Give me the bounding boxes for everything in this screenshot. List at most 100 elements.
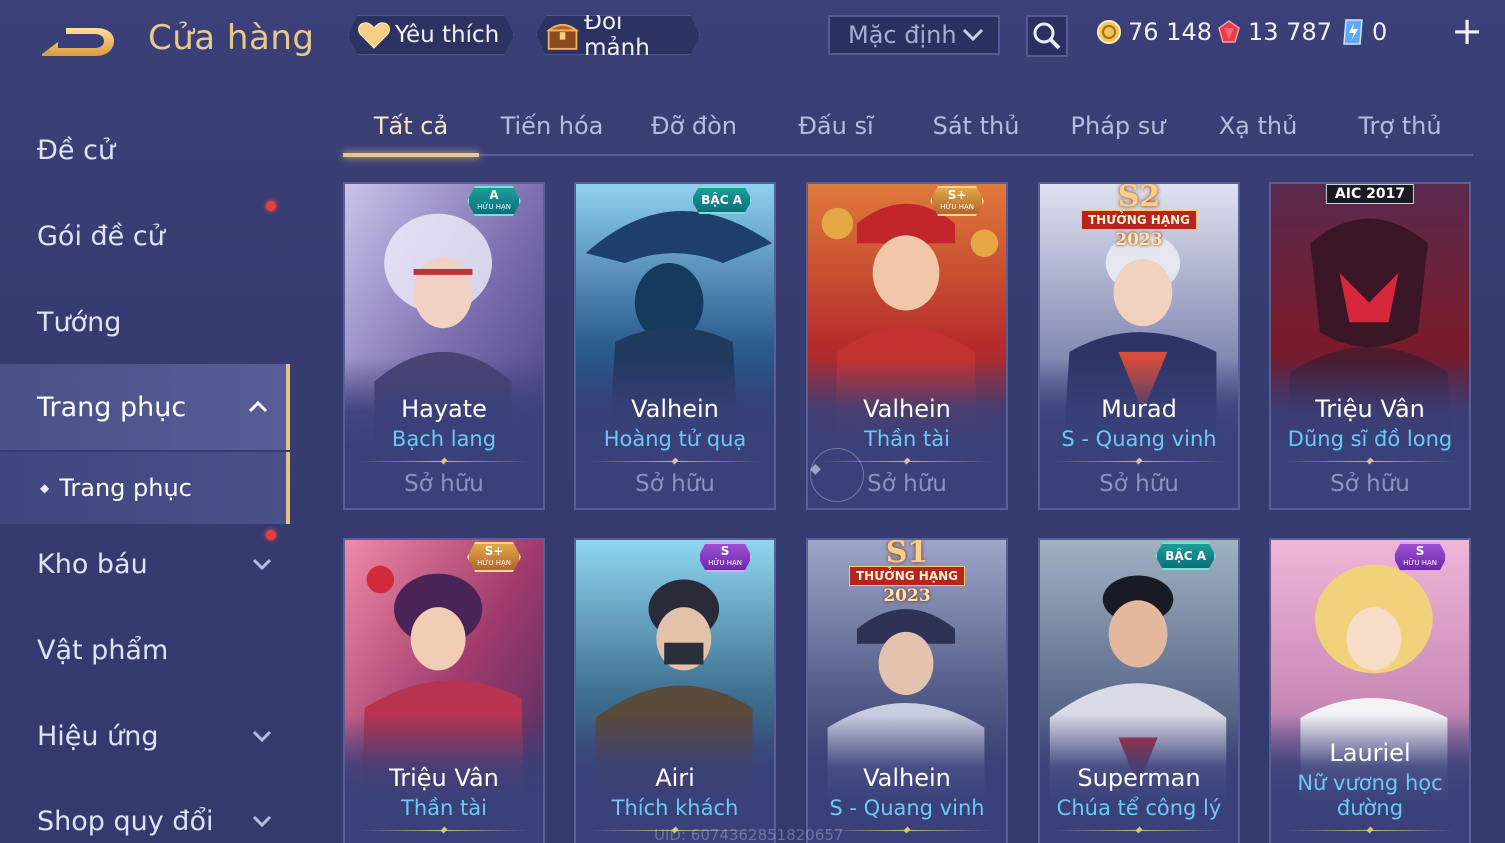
hero-name: Murad xyxy=(1101,395,1177,423)
sidebar: Đề cử Gói đề cử Tướng Trang phục ◆ Trang… xyxy=(0,100,290,843)
rarity-badge: S HỮU HẠN xyxy=(1393,542,1447,572)
chevron-down-icon xyxy=(962,28,984,42)
tab-label: Xạ thủ xyxy=(1218,112,1298,140)
gold-balance: 76 148 xyxy=(1096,14,1212,50)
sort-value: Mặc định xyxy=(848,21,957,49)
sidebar-item-label: Tướng xyxy=(37,306,122,338)
ribbon-year: 2023 xyxy=(1115,230,1163,250)
gold-coin-icon xyxy=(1097,20,1121,44)
sidebar-item-items[interactable]: Vật phẩm xyxy=(0,607,290,693)
voucher-crystal-icon xyxy=(1343,19,1363,45)
chevron-down-icon xyxy=(252,815,272,828)
hero-name: Triệu Vân xyxy=(389,764,499,792)
event-tag: AIC 2017 xyxy=(1325,184,1415,204)
sidebar-item-heroes[interactable]: Tướng xyxy=(0,279,290,365)
rarity-badge: S+ HỮU HẠN xyxy=(930,186,984,216)
notification-dot xyxy=(266,201,276,211)
tab-marksman[interactable]: Xạ thủ xyxy=(1191,104,1325,154)
card-divider xyxy=(1285,461,1455,462)
sidebar-item-treasure[interactable]: Kho báu xyxy=(0,521,290,607)
rarity-badge: S+ HỮU HẠN xyxy=(467,542,521,572)
card-divider xyxy=(359,830,529,831)
tab-assassin[interactable]: Sát thủ xyxy=(909,104,1043,154)
card-divider xyxy=(359,461,529,462)
tab-evolution[interactable]: Tiến hóa xyxy=(485,104,619,154)
skin-card[interactable]: AIC 2017 Triệu Vân Dũng sĩ đồ long Sở hữ… xyxy=(1269,182,1471,510)
sidebar-subitem-label: Trang phục xyxy=(59,474,192,502)
rank-reward-ribbon: S2 THƯỞNG HẠNG 2023 xyxy=(1080,184,1198,250)
skin-card[interactable]: S+ HỮU HẠN Triệu Vân Thần tài xyxy=(343,538,545,843)
sidebar-item-recommended[interactable]: Đề cử xyxy=(0,107,290,193)
skin-card[interactable]: BẬC A Superman Chúa tể công lý xyxy=(1038,538,1240,843)
hero-name: Lauriel xyxy=(1329,739,1411,767)
tab-tank[interactable]: Đỡ đòn xyxy=(627,104,761,154)
skin-name: Hoàng tử quạ xyxy=(603,427,747,451)
treasure-chest-icon xyxy=(545,18,580,52)
exchange-shards-button[interactable]: Đổi mảnh xyxy=(536,15,700,55)
hero-name: Superman xyxy=(1077,764,1201,792)
tab-label: Tất cả xyxy=(373,112,449,140)
top-bar: Cửa hàng Yêu thích Đổi mảnh Mặc định 76 … xyxy=(0,0,1505,80)
category-tabs: Tất cả Tiến hóa Đỡ đòn Đấu sĩ Sát thủ Ph… xyxy=(343,104,1473,157)
active-tab-indicator xyxy=(343,153,479,157)
page-title: Cửa hàng xyxy=(148,18,315,58)
tab-label: Đỡ đòn xyxy=(650,112,738,140)
tab-all[interactable]: Tất cả xyxy=(343,104,479,157)
sidebar-item-label: Hiệu ứng xyxy=(37,720,159,752)
tab-label: Trợ thủ xyxy=(1358,112,1442,140)
skin-card[interactable]: S HỮU HẠN Lauriel Nữ vương học đường xyxy=(1269,538,1471,843)
hero-name: Valhein xyxy=(863,395,951,423)
ruby-amount: 13 787 xyxy=(1248,18,1332,46)
skin-name: Thần tài xyxy=(401,796,487,820)
skin-card[interactable]: S HỮU HẠN Airi Thích khách xyxy=(574,538,776,843)
sidebar-subitem-skins[interactable]: ◆ Trang phục xyxy=(0,452,290,524)
tab-mage[interactable]: Pháp sư xyxy=(1051,104,1185,154)
back-arrow-icon[interactable] xyxy=(36,20,120,62)
exchange-label: Đổi mảnh xyxy=(584,9,650,61)
hero-name: Airi xyxy=(655,764,695,792)
rarity-badge: BẬC A xyxy=(1155,542,1216,570)
favorites-button[interactable]: Yêu thích xyxy=(348,15,514,55)
skin-name: Bạch lang xyxy=(391,427,497,451)
ruby-gem-icon xyxy=(1218,20,1240,43)
card-divider xyxy=(822,830,992,831)
rarity-badge: S HỮU HẠN xyxy=(698,542,752,572)
card-divider xyxy=(590,461,760,462)
tab-support[interactable]: Trợ thủ xyxy=(1333,104,1467,154)
chevron-up-icon xyxy=(248,400,268,413)
add-currency-button[interactable]: + xyxy=(1450,12,1484,50)
rank-reward-ribbon: S1 THƯỞNG HẠNG 2023 xyxy=(848,540,966,606)
notification-dot xyxy=(266,530,276,540)
skin-name: S - Quang vinh xyxy=(829,796,985,820)
skin-card[interactable]: BẬC A Valhein Hoàng tử quạ Sở hữu xyxy=(574,182,776,510)
heart-icon xyxy=(357,20,391,50)
sidebar-item-label: Vật phẩm xyxy=(37,634,169,666)
sidebar-item-label: Gói đề cử xyxy=(37,220,165,252)
sidebar-item-recommended-packs[interactable]: Gói đề cử xyxy=(0,193,290,279)
skin-card[interactable]: S1 THƯỞNG HẠNG 2023 Valhein S - Quang vi… xyxy=(806,538,1008,843)
tab-label: Đấu sĩ xyxy=(798,112,874,140)
tab-fighter[interactable]: Đấu sĩ xyxy=(769,104,903,154)
sort-dropdown[interactable]: Mặc định xyxy=(828,15,1000,55)
card-divider xyxy=(1054,830,1224,831)
hero-name: Valhein xyxy=(631,395,719,423)
rarity-badge: BẬC A xyxy=(691,186,752,214)
tab-label: Tiến hóa xyxy=(500,112,604,140)
ribbon-year: 2023 xyxy=(883,586,931,606)
sidebar-item-label: Kho báu xyxy=(37,548,148,580)
voucher-balance: 0 xyxy=(1340,14,1387,50)
sidebar-item-label: Đề cử xyxy=(37,134,116,166)
skin-name: Nữ vương học đường xyxy=(1297,771,1443,820)
skin-card[interactable]: A HỮU HẠN Hayate Bạch lang Sở hữu xyxy=(343,182,545,510)
favorites-label: Yêu thích xyxy=(395,22,500,48)
sidebar-item-effects[interactable]: Hiệu ứng xyxy=(0,693,290,779)
sidebar-item-skins[interactable]: Trang phục xyxy=(0,364,290,450)
voucher-amount: 0 xyxy=(1372,18,1388,46)
skin-name: Thích khách xyxy=(611,796,739,820)
skin-name: Chúa tể công lý xyxy=(1056,796,1222,820)
skin-card[interactable]: S2 THƯỞNG HẠNG 2023 Murad S - Quang vinh… xyxy=(1038,182,1240,510)
search-button[interactable] xyxy=(1026,15,1068,57)
owned-status: Sở hữu xyxy=(1099,471,1179,497)
sidebar-item-exchange-shop[interactable]: Shop quy đổi xyxy=(0,778,290,843)
skin-name: Dũng sĩ đồ long xyxy=(1287,427,1453,451)
